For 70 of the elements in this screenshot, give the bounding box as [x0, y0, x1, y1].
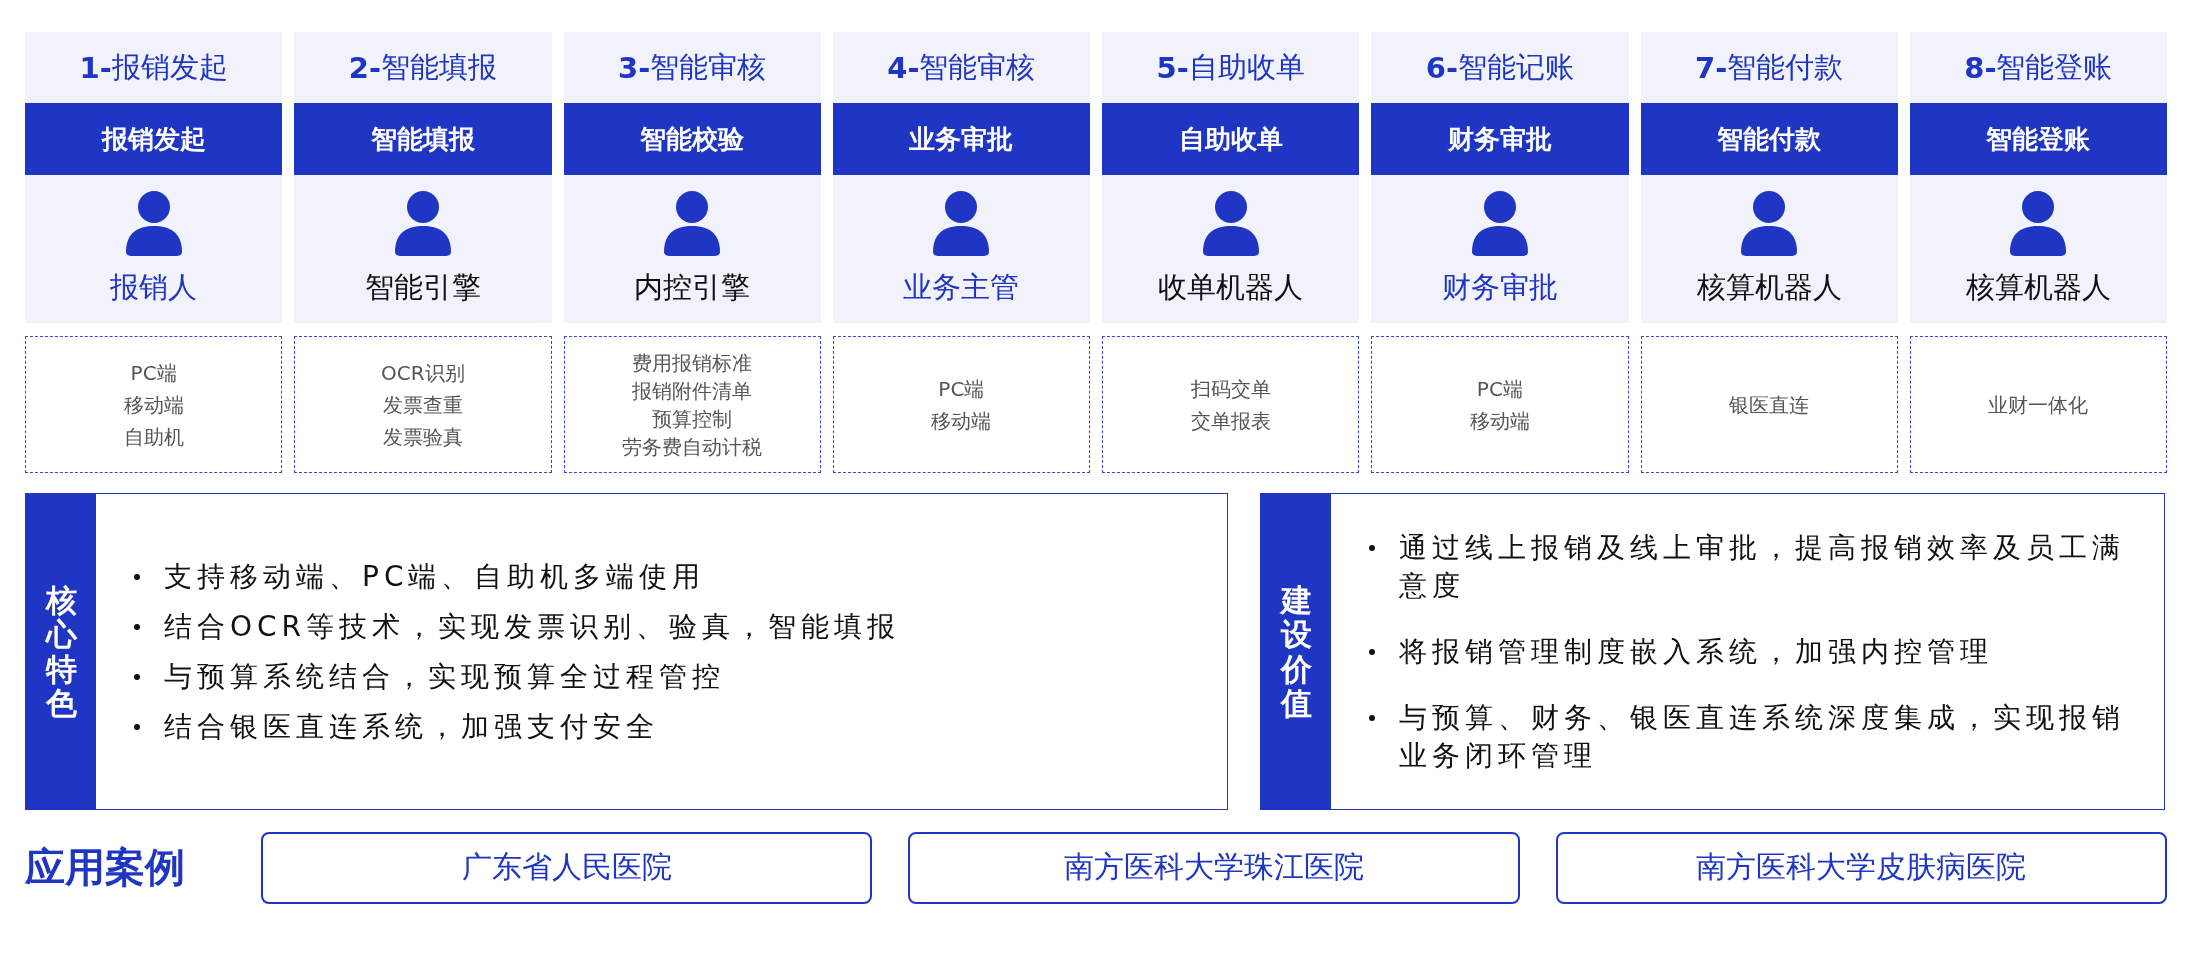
role-label: 智能引擎: [364, 269, 481, 306]
person-icon: [2009, 190, 2068, 256]
person-icon: [124, 190, 183, 256]
action-bar: 自助收单: [1102, 103, 1360, 175]
bullet-text: 结合OCR等技术，实现发票识别、验真，智能填报: [164, 608, 901, 645]
role-label: 内控引擎: [634, 269, 751, 306]
role-label: 核算机器人: [1696, 269, 1842, 306]
bullet-text: 结合银医直连系统，加强支付安全: [164, 708, 659, 745]
channel-text: 业财一体化: [1988, 391, 2089, 419]
bullet-dot: [134, 673, 140, 680]
bullet-text: 与预算、财务、银医直连系统深度集成，实现报销业务闭环管理: [1399, 699, 2126, 774]
channel-text: 劳务费自动计税: [622, 433, 763, 461]
role-label: 业务主管: [903, 269, 1020, 306]
bullet-dot: [1369, 648, 1375, 655]
person-icon: [663, 190, 722, 256]
step-title: 5-自助收单: [1155, 48, 1306, 87]
action-bar: 智能登账: [1909, 103, 2167, 175]
bullet-dot: [1369, 714, 1375, 721]
channel-text: 银医直连: [1729, 391, 1810, 419]
step-title: 2-智能填报: [347, 48, 498, 87]
channel-text: PC端: [1476, 375, 1523, 403]
bullet-dot: [1369, 544, 1375, 551]
bullet-text: 支持移动端、PC端、自助机多端使用: [164, 558, 706, 595]
channel-text: OCR识别: [381, 359, 465, 387]
action-bar: 报销发起: [25, 103, 283, 175]
person-icon: [1470, 190, 1529, 256]
channel-text: 发票查重: [382, 391, 463, 419]
bullet-dot: [134, 573, 140, 580]
cases-label: 应用案例: [25, 843, 186, 892]
panel-label: 核心特色: [45, 583, 77, 720]
person-icon: [932, 190, 991, 256]
role-label: 财务审批: [1441, 269, 1558, 306]
bullet-dot: [134, 623, 140, 630]
action-bar: 智能填报: [294, 103, 552, 175]
panel-label: 建设价值: [1280, 583, 1312, 720]
channel-text: 预算控制: [652, 405, 733, 433]
role-label: 收单机器人: [1158, 269, 1304, 306]
channel-text: 费用报销标准: [632, 349, 753, 377]
channel-text: 发票验真: [382, 423, 463, 451]
role-label: 报销人: [110, 269, 198, 306]
channel-text: 报销附件清单: [632, 377, 753, 405]
action-bar: 财务审批: [1371, 103, 1629, 175]
channel-text: PC端: [130, 359, 177, 387]
action-bar: 智能付款: [1640, 103, 1898, 175]
action-bar: 业务审批: [832, 103, 1090, 175]
channel-text: PC端: [938, 375, 985, 403]
case-box: 广东省人民医院: [261, 831, 873, 904]
case-box: 南方医科大学皮肤病医院: [1555, 831, 2167, 904]
step-title: 6-智能记账: [1424, 48, 1575, 87]
action-bar: 智能校验: [563, 103, 821, 175]
channel-text: 移动端: [931, 407, 992, 435]
role-label: 核算机器人: [1965, 269, 2111, 306]
bullet-text: 将报销管理制度嵌入系统，加强内控管理: [1399, 633, 1993, 670]
step-title: 7-智能付款: [1694, 48, 1845, 87]
channel-text: 移动端: [123, 391, 184, 419]
channel-text: 扫码交单: [1190, 375, 1271, 403]
person-icon: [1740, 190, 1799, 256]
channel-text: 移动端: [1469, 407, 1530, 435]
person-icon: [1201, 190, 1260, 256]
step-title: 8-智能登账: [1963, 48, 2114, 87]
bullet-text: 通过线上报销及线上审批，提高报销效率及员工满意度: [1399, 529, 2126, 604]
step-title: 3-智能审核: [617, 48, 768, 87]
step-title: 1-报销发起: [78, 48, 229, 87]
bullet-text: 与预算系统结合，实现预算全过程管控: [164, 658, 725, 695]
channel-text: 自助机: [123, 423, 184, 451]
case-box: 南方医科大学珠江医院: [908, 831, 1520, 904]
person-icon: [393, 190, 452, 256]
channel-text: 交单报表: [1190, 407, 1271, 435]
step-title: 4-智能审核: [886, 48, 1037, 87]
bullet-dot: [134, 723, 140, 730]
